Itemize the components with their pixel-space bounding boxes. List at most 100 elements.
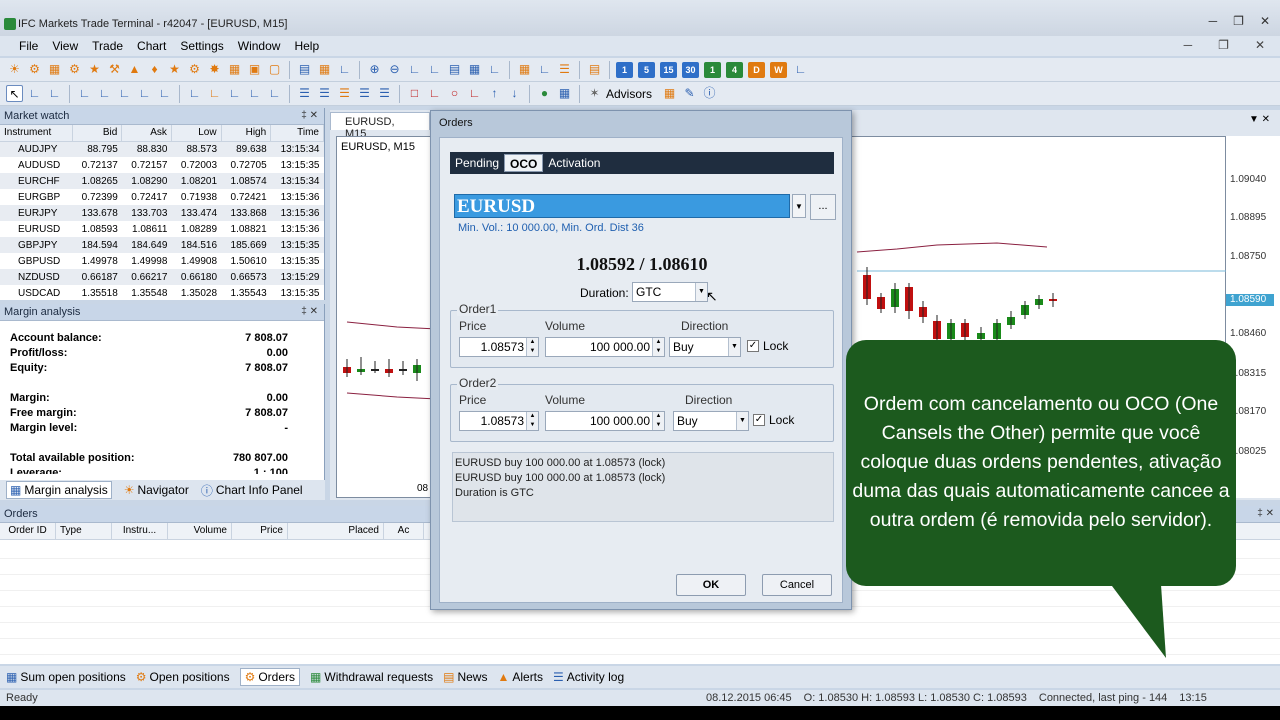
panel-pin-close-icon[interactable]: ‡ ✕: [301, 306, 318, 317]
spinner-icon[interactable]: ▲ ▼: [652, 412, 664, 430]
text-icon[interactable]: ↑: [486, 85, 503, 102]
zoom-out-icon[interactable]: ⊖: [386, 61, 403, 78]
menu-file[interactable]: File: [12, 39, 45, 53]
col-price[interactable]: Price: [232, 523, 288, 539]
period-30-button[interactable]: 30: [682, 61, 699, 78]
tools-icon[interactable]: ⚙: [186, 61, 203, 78]
spinner-icon[interactable]: ▲ ▼: [526, 412, 538, 430]
col-account[interactable]: Ac: [384, 523, 424, 539]
indicator-icon[interactable]: ∟: [536, 61, 553, 78]
cursor-icon[interactable]: ↖: [6, 85, 23, 102]
tab-margin-analysis[interactable]: ▦ Margin analysis: [6, 481, 112, 499]
chevron-down-icon[interactable]: ▼: [792, 194, 806, 218]
chart-window-controls[interactable]: ▼ ✕: [1249, 114, 1270, 125]
table-row[interactable]: GBPUSD 1.49978 1.49998 1.49908 1.50610 13:15:…: [0, 253, 324, 269]
line-tool-5-icon[interactable]: ∟: [156, 85, 173, 102]
arrow-icon[interactable]: ∟: [466, 85, 483, 102]
pending-order-icon[interactable]: ▦: [46, 61, 63, 78]
tab-orders[interactable]: ⚙ Orders: [239, 668, 301, 686]
label-icon[interactable]: ↓: [506, 85, 523, 102]
col-high[interactable]: High: [221, 125, 272, 142]
bell-icon[interactable]: ♦: [146, 61, 163, 78]
ellipse-icon[interactable]: ○: [446, 85, 463, 102]
alert-icon[interactable]: ▲: [126, 61, 143, 78]
fib-exp-icon[interactable]: ☰: [356, 85, 373, 102]
line-tool-4-icon[interactable]: ∟: [136, 85, 153, 102]
order2-volume-input[interactable]: 100 000.00 ▲ ▼: [545, 411, 665, 431]
menu-trade[interactable]: Trade: [85, 39, 130, 53]
triangle-icon[interactable]: ∟: [426, 85, 443, 102]
col-bid[interactable]: Bid: [72, 125, 123, 142]
gann-icon[interactable]: ∟: [246, 85, 263, 102]
unlock-icon[interactable]: ▢: [266, 61, 283, 78]
period-5-button[interactable]: 5: [638, 61, 655, 78]
list-icon[interactable]: ☰: [556, 61, 573, 78]
autoscroll-icon[interactable]: ∟: [406, 61, 423, 78]
line-tool-2-icon[interactable]: ∟: [96, 85, 113, 102]
order1-volume-input[interactable]: 100 000.00 ▲ ▼: [545, 337, 665, 357]
period-1-button[interactable]: 1: [616, 61, 633, 78]
maximize-icon[interactable]: ❐: [1233, 14, 1244, 28]
advisor-run-icon[interactable]: ▦: [661, 85, 678, 102]
table-row[interactable]: EURCHF 1.08265 1.08290 1.08201 1.08574 13:15:…: [0, 173, 324, 189]
line-tool-3-icon[interactable]: ∟: [116, 85, 133, 102]
grid-icon[interactable]: ▦: [466, 61, 483, 78]
line-tool-1-icon[interactable]: ∟: [76, 85, 93, 102]
tab-news[interactable]: ▤ News: [443, 670, 487, 684]
template-icon[interactable]: ▦: [516, 61, 533, 78]
spinner-icon[interactable]: ▲ ▼: [526, 338, 538, 356]
menu-help[interactable]: Help: [287, 39, 326, 53]
order2-lock-checkbox[interactable]: ✓: [753, 414, 765, 426]
col-order-id[interactable]: Order ID: [0, 523, 56, 539]
spinner-icon[interactable]: ▲ ▼: [652, 338, 664, 356]
tab-oco[interactable]: OCO: [504, 154, 544, 172]
symbol-select[interactable]: EURUSD: [454, 194, 790, 218]
table-row[interactable]: EURJPY 133.678 133.703 133.474 133.868 13:15:…: [0, 205, 324, 221]
palette-icon[interactable]: ●: [536, 85, 553, 102]
menu-chart[interactable]: Chart: [130, 39, 173, 53]
col-time[interactable]: Time: [270, 125, 324, 142]
duration-select[interactable]: GTC ▼: [632, 282, 708, 302]
order2-direction-select[interactable]: Buy ▼: [673, 411, 749, 431]
table-row[interactable]: USDCAD 1.35518 1.35548 1.35028 1.35543 13:15:…: [0, 285, 324, 301]
mdi-close-icon[interactable]: ✕: [1248, 38, 1272, 52]
panel-pin-close-icon[interactable]: ‡ ✕: [1257, 508, 1274, 519]
new-order-icon[interactable]: ☀: [6, 61, 23, 78]
col-low[interactable]: Low: [171, 125, 222, 142]
tab-navigator[interactable]: ☀ Navigator: [124, 483, 189, 497]
advisors-icon[interactable]: ✶: [586, 85, 603, 102]
mdi-minimize-icon[interactable]: ─: [1177, 38, 1200, 52]
col-volume[interactable]: Volume: [168, 523, 232, 539]
panel-pin-close-icon[interactable]: ‡ ✕: [301, 110, 318, 121]
rectangle-icon[interactable]: □: [406, 85, 423, 102]
period-h4-button[interactable]: 4: [726, 61, 743, 78]
tab-open-positions[interactable]: ⚙ Open positions: [136, 670, 230, 684]
advisor-info-icon[interactable]: ⓘ: [701, 85, 718, 102]
col-type[interactable]: Type: [56, 523, 112, 539]
minimize-icon[interactable]: ─: [1209, 14, 1218, 28]
tab-withdrawal-requests[interactable]: ▦ Withdrawal requests: [310, 670, 433, 684]
period-d-button[interactable]: D: [748, 61, 765, 78]
col-instrument[interactable]: Instrument: [0, 125, 73, 142]
folder-icon[interactable]: ▤: [586, 61, 603, 78]
period-sep-icon[interactable]: ▤: [446, 61, 463, 78]
order1-direction-select[interactable]: Buy ▼: [669, 337, 741, 357]
table-row[interactable]: NZDUSD 0.66187 0.66217 0.66180 0.66573 13:15:…: [0, 269, 324, 285]
shift-icon[interactable]: ∟: [426, 61, 443, 78]
chevron-down-icon[interactable]: ▼: [736, 412, 748, 430]
period-mn-icon[interactable]: ∟: [792, 61, 809, 78]
burst-icon[interactable]: ✸: [206, 61, 223, 78]
order2-price-input[interactable]: 1.08573 ▲ ▼: [459, 411, 539, 431]
fib-fan-icon[interactable]: ∟: [206, 85, 223, 102]
menu-view[interactable]: View: [45, 39, 85, 53]
channel-icon[interactable]: ∟: [186, 85, 203, 102]
period-h1-button[interactable]: 1: [704, 61, 721, 78]
menu-settings[interactable]: Settings: [173, 39, 230, 53]
cancel-button[interactable]: Cancel: [762, 574, 832, 596]
fib-ext-icon[interactable]: ☰: [336, 85, 353, 102]
chart-bar-icon[interactable]: ▤: [296, 61, 313, 78]
tab-activity-log[interactable]: ☰ Activity log: [553, 670, 624, 684]
col-placed[interactable]: Placed: [288, 523, 384, 539]
menu-window[interactable]: Window: [231, 39, 288, 53]
advisors-button[interactable]: Advisors: [606, 87, 652, 101]
